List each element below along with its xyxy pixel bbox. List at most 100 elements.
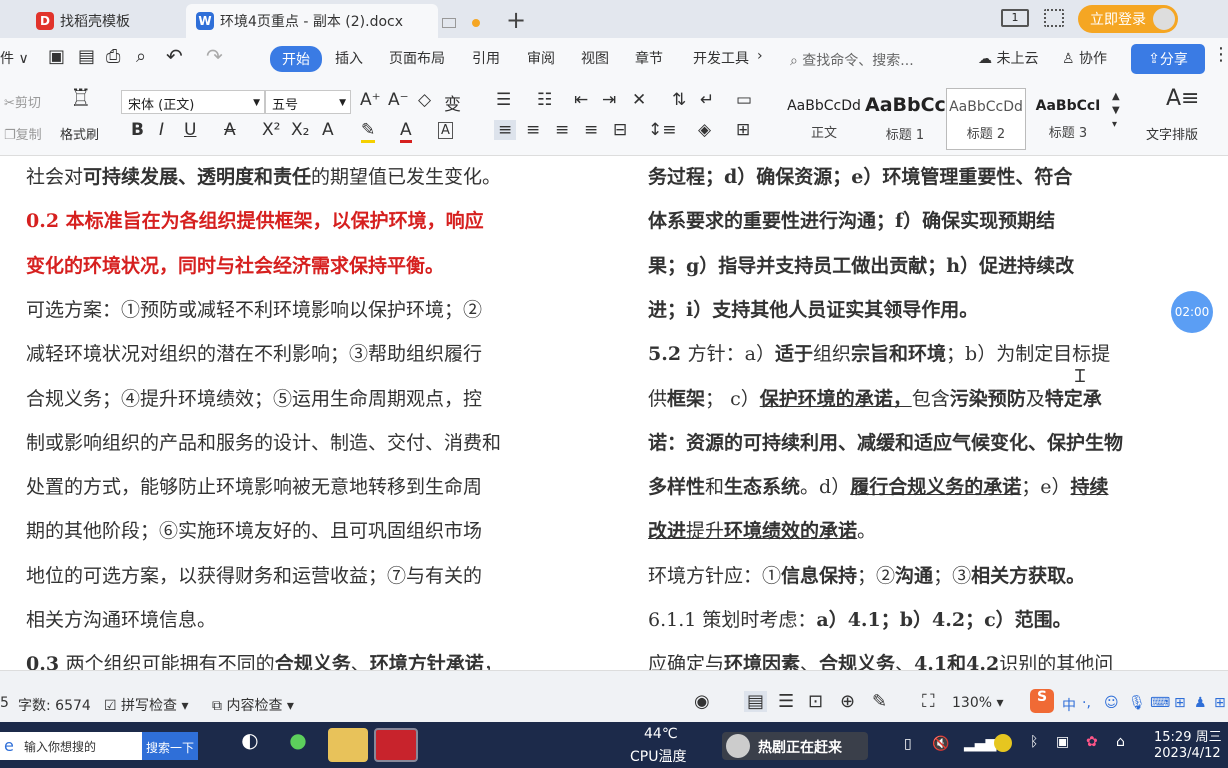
share-button[interactable]: ⇪ 分享 [1131, 44, 1205, 74]
word-count[interactable]: 字数: 6574 [18, 695, 91, 715]
align-left-button[interactable]: ≡ [494, 120, 517, 140]
file-explorer-icon[interactable] [328, 728, 368, 762]
show-marks-icon[interactable]: ↵ [700, 90, 714, 110]
sort-icon[interactable]: ⇅ [672, 90, 686, 110]
skin-icon[interactable]: ♟ [1194, 695, 1207, 711]
collab-button[interactable]: ♙ 协作 [1062, 48, 1107, 68]
superscript-button[interactable]: X² [262, 120, 280, 140]
text-layout-button[interactable]: 文字排版 [1146, 124, 1198, 143]
strikethrough-button[interactable]: A [224, 120, 236, 140]
outline-view-icon[interactable]: ☰ [778, 691, 794, 712]
line-spacing-button[interactable]: ↕≡ [648, 120, 677, 140]
text-effect-button[interactable]: A [322, 120, 334, 140]
phonetic-icon[interactable]: 变 [444, 90, 461, 115]
cloud-status[interactable]: ☁ 未上云 [978, 48, 1038, 68]
mute-icon[interactable]: 🔇 [932, 736, 949, 752]
phone-icon[interactable]: ▯ [904, 736, 912, 752]
grid-icon[interactable]: ⊞ [1214, 695, 1226, 711]
highlight-button[interactable]: ✎ [361, 120, 376, 143]
tab-page-layout[interactable]: 页面布局 [389, 48, 445, 68]
char-border-button[interactable]: A [438, 122, 453, 139]
security-icon[interactable]: ● [280, 728, 316, 762]
grid-apps-icon[interactable] [1044, 9, 1064, 27]
bluetooth-icon[interactable]: ᛒ [1030, 734, 1038, 750]
tab-review[interactable]: 审阅 [527, 48, 555, 68]
format-painter-icon[interactable]: ♖ [70, 84, 92, 112]
underline-button[interactable]: U [184, 120, 196, 140]
more-tabs-icon[interactable]: › [757, 48, 763, 64]
text-layout-icon[interactable]: A≡ [1166, 86, 1199, 111]
italic-button[interactable]: I [159, 120, 164, 140]
copy-button[interactable]: ❐复制 [4, 124, 42, 143]
sogou-ime-icon[interactable]: S [1030, 689, 1054, 713]
grow-font-icon[interactable]: A⁺ [360, 90, 381, 110]
style-scroll-icon[interactable]: ▲ ▼ ▾ [1112, 90, 1120, 132]
spell-check-button[interactable]: ☑ 拼写检查 ▾ [104, 695, 189, 715]
style-normal[interactable]: AaBbCcDd 正文 [784, 88, 864, 150]
clear-format-icon[interactable]: ◇ [418, 90, 431, 110]
page-indicator[interactable]: 5 [0, 695, 9, 711]
bullet-list-icon[interactable]: ☰ [496, 90, 511, 110]
tab-start[interactable]: 开始 [270, 46, 322, 72]
decrease-indent-icon[interactable]: ⇤ [574, 90, 588, 110]
print-icon[interactable]: ⎙ [106, 46, 120, 67]
signal-icon[interactable]: ▂▄▆ [964, 736, 996, 752]
toolbox-icon[interactable]: ⊞ [1174, 695, 1186, 711]
flower-icon[interactable]: ✿ [1086, 734, 1098, 750]
numbered-list-icon[interactable]: ☷ [537, 90, 552, 110]
text-direction-icon[interactable]: ✕ [632, 90, 646, 110]
ime-mode[interactable]: 中 [1062, 695, 1076, 715]
cut-button[interactable]: ✂剪切 [4, 92, 41, 111]
network-icon[interactable]: ⌂ [1116, 734, 1125, 750]
fit-page-icon[interactable]: ⛶ [922, 691, 935, 712]
increase-indent-icon[interactable]: ⇥ [602, 90, 616, 110]
tab-docer-templates[interactable]: D 找稻壳模板 [24, 4, 182, 38]
justify-button[interactable]: ≡ [584, 120, 598, 140]
tab-view[interactable]: 视图 [581, 48, 609, 68]
ime-punct-icon[interactable]: ·, [1082, 695, 1091, 711]
borders-button[interactable]: ⊞ [736, 120, 750, 140]
tray-app-icon[interactable]: ▣ [1056, 734, 1069, 750]
page-view-icon[interactable]: 1 [1001, 9, 1029, 27]
align-right-button[interactable]: ≡ [555, 120, 569, 140]
shrink-font-icon[interactable]: A⁻ [388, 90, 409, 110]
clock-time[interactable]: 15:29 周三 [1154, 726, 1222, 745]
new-tab-button[interactable]: + [506, 6, 526, 34]
page-view-icon[interactable]: ▤ [744, 691, 768, 712]
font-size-select[interactable]: 五号 ▼ [265, 90, 351, 114]
app-tray-icon[interactable] [994, 734, 1012, 752]
ruler-icon[interactable]: ▭ [736, 90, 752, 110]
taskbar-search-button[interactable]: 搜索一下 [142, 732, 198, 760]
content-check-button[interactable]: ⧉ 内容检查 ▾ [212, 695, 294, 715]
font-color-button[interactable]: A [400, 120, 412, 143]
login-button[interactable]: 立即登录 [1078, 5, 1178, 33]
style-heading-2[interactable]: AaBbCcDd 标题 2 [946, 88, 1026, 150]
read-mode-icon[interactable]: ⊡ [808, 691, 823, 712]
shading-button[interactable]: ◈ [698, 120, 711, 140]
save-icon[interactable]: ▣ [48, 46, 65, 67]
zoom-select[interactable]: 130% ▾ [952, 695, 1004, 711]
tab-references[interactable]: 引用 [472, 48, 500, 68]
clock-date[interactable]: 2023/4/12 [1154, 746, 1221, 761]
tab-document[interactable]: W 环境4页重点 - 副本 (2).docx [186, 4, 480, 38]
tab-chapter[interactable]: 章节 [635, 48, 663, 68]
wps-app-icon[interactable] [374, 728, 418, 762]
command-search[interactable]: ⌕ 查找命令、搜索... [790, 50, 914, 70]
emoji-icon[interactable]: ☺ [1104, 695, 1119, 711]
export-pdf-icon[interactable]: ▤ [78, 46, 95, 67]
eye-protection-icon[interactable]: ◉ [694, 691, 710, 712]
document-canvas[interactable]: 社会对可持续发展、透明度和责任的期望值已发生变化。 0.2 本标准旨在为各组织提供… [0, 156, 1228, 670]
distribute-button[interactable]: ⊟ [613, 120, 627, 140]
style-heading-1[interactable]: AaBbCc 标题 1 [865, 88, 945, 150]
format-painter-button[interactable]: 格式刷 [60, 124, 99, 143]
web-view-icon[interactable]: ⊕ [840, 691, 855, 712]
taskbar-search-input[interactable]: e 输入你想搜的 [0, 732, 142, 760]
preview-icon[interactable]: ⌕ [136, 46, 146, 67]
tab-developer[interactable]: 开发工具 [693, 48, 749, 68]
tab-insert[interactable]: 插入 [335, 48, 363, 68]
align-center-button[interactable]: ≡ [526, 120, 540, 140]
promo-banner[interactable]: 热剧正在赶来 [722, 732, 868, 760]
mic-icon[interactable]: 🎙 [1128, 695, 1146, 711]
redo-icon[interactable]: ↷ [206, 44, 223, 68]
subscript-button[interactable]: X₂ [291, 120, 309, 140]
